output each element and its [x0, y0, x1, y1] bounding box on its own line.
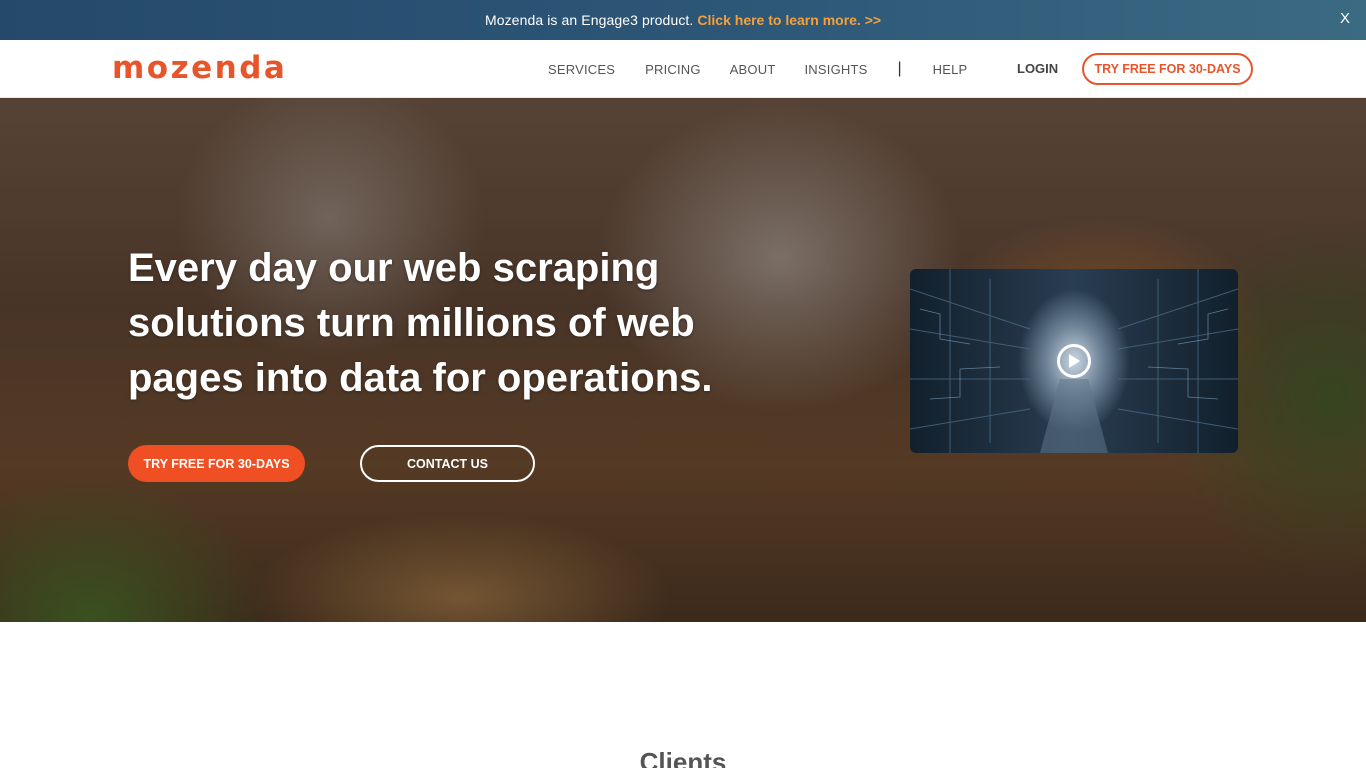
announcement-text: Mozenda is an Engage3 product.	[484, 12, 694, 28]
nav-item-about[interactable]: ABOUT	[730, 62, 776, 77]
play-triangle-icon	[1069, 354, 1080, 368]
hero-contact-us-button[interactable]: CONTACT US	[360, 445, 535, 482]
hero-title: Every day our web scraping solutions tur…	[128, 246, 713, 400]
video-thumbnail[interactable]	[910, 269, 1238, 453]
nav-try-free-button[interactable]: TRY FREE FOR 30-DAYS	[1082, 53, 1253, 85]
announcement-learn-more-link[interactable]: Click here to learn more. >>	[697, 12, 881, 28]
nav-item-insights[interactable]: INSIGHTS	[804, 62, 867, 77]
mozenda-logo[interactable]: mozenda	[112, 50, 287, 86]
announcement-close-button[interactable]: X	[1340, 10, 1350, 27]
play-circle-icon[interactable]	[1057, 344, 1091, 378]
nav-item-pricing[interactable]: PRICING	[645, 62, 701, 77]
nav-item-services[interactable]: SERVICES	[548, 62, 615, 77]
nav-item-help[interactable]: HELP	[933, 62, 968, 77]
hero-section: Every day our web scraping solutions tur…	[0, 98, 1366, 622]
main-navigation: mozenda SERVICES PRICING ABOUT INSIGHTS …	[0, 40, 1366, 98]
nav-separator: |	[897, 60, 902, 77]
hero-try-free-button[interactable]: TRY FREE FOR 30-DAYS	[128, 445, 305, 482]
nav-links: SERVICES PRICING ABOUT INSIGHTS | HELP	[548, 40, 967, 98]
announcement-bar: Mozenda is an Engage3 product. Click her…	[0, 0, 1366, 40]
login-link[interactable]: LOGIN	[1017, 61, 1058, 76]
clients-heading: Clients	[639, 747, 727, 768]
